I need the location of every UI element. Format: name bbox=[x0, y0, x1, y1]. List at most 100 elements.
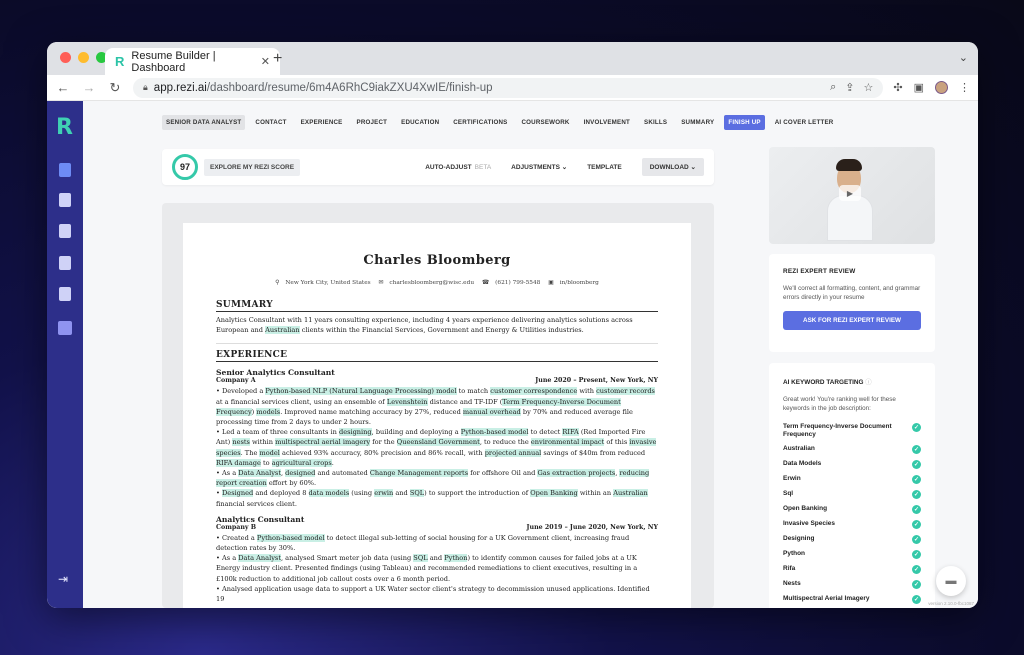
nav-experience[interactable]: EXPERIENCE bbox=[297, 115, 347, 130]
chevron-down-icon: ⌄ bbox=[690, 164, 696, 171]
location-pin-icon: ⚲ bbox=[275, 280, 280, 286]
keyword-label: Australian bbox=[783, 445, 815, 452]
rezi-score-ring[interactable]: 97 bbox=[172, 154, 198, 180]
nav-involvement[interactable]: INVOLVEMENT bbox=[580, 115, 634, 130]
section-nav: SENIOR DATA ANALYST CONTACT EXPERIENCE P… bbox=[162, 115, 837, 130]
check-icon: ✓ bbox=[912, 580, 921, 589]
chat-support-icon[interactable]: ▬ bbox=[936, 566, 966, 596]
check-icon: ✓ bbox=[912, 475, 921, 484]
explore-score-button[interactable]: EXPLORE MY REZI SCORE bbox=[204, 158, 301, 176]
template-button[interactable]: TEMPLATE bbox=[587, 164, 622, 171]
tab-strip: R Resume Builder | Dashboard ✕ + ⌄ bbox=[47, 42, 978, 75]
zoom-icon[interactable]: ⌕ bbox=[830, 81, 836, 94]
play-icon[interactable]: ▶ bbox=[839, 185, 861, 201]
check-icon: ✓ bbox=[912, 595, 921, 604]
main-content: SENIOR DATA ANALYST CONTACT EXPERIENCE P… bbox=[83, 101, 978, 608]
checked-doc-icon[interactable] bbox=[59, 256, 71, 270]
nav-senior-data-analyst[interactable]: SENIOR DATA ANALYST bbox=[162, 115, 246, 130]
reload-icon[interactable]: ↻ bbox=[107, 80, 123, 96]
resume-preview: Charles Bloomberg ⚲ New York City, United… bbox=[162, 203, 714, 608]
browser-tab[interactable]: R Resume Builder | Dashboard ✕ bbox=[105, 48, 280, 75]
expert-review-desc: We'll correct all formatting, content, a… bbox=[783, 285, 921, 301]
rezi-favicon-icon: R bbox=[115, 54, 125, 69]
resume-contact: ⚲ New York City, United States ✉ charlesbl… bbox=[216, 280, 658, 286]
bullet-4: • Designed and deployed 8 data models (u… bbox=[216, 489, 648, 508]
auto-adjust-button[interactable]: AUTO-ADJUST BETA bbox=[425, 164, 491, 171]
keyword-label: Designing bbox=[783, 535, 815, 542]
minimize-window-button[interactable] bbox=[78, 52, 89, 63]
close-tab-icon[interactable]: ✕ bbox=[261, 55, 270, 68]
resume-page: Charles Bloomberg ⚲ New York City, United… bbox=[183, 223, 691, 608]
linkedin-icon: ▣ bbox=[548, 280, 554, 286]
keyword-item: Data Models ✓ bbox=[783, 460, 921, 469]
logout-icon[interactable]: ⇥ bbox=[58, 572, 68, 586]
bullet-6: • As a Data Analyst, analysed Smart mete… bbox=[216, 554, 638, 583]
nav-finish-up[interactable]: FINISH UP bbox=[724, 115, 765, 130]
keyword-label: Nests bbox=[783, 580, 801, 587]
rezi-logo[interactable]: R bbox=[56, 115, 73, 140]
check-icon: ✓ bbox=[912, 520, 921, 529]
nav-coursework[interactable]: COURSEWORK bbox=[518, 115, 574, 130]
resume-doc-icon[interactable] bbox=[59, 193, 71, 207]
share-icon[interactable]: ⇪ bbox=[845, 81, 854, 94]
forward-icon[interactable]: → bbox=[81, 80, 97, 95]
keyword-item: Invasive Species ✓ bbox=[783, 520, 921, 529]
bookmark-star-icon[interactable]: ☆ bbox=[864, 81, 874, 94]
lock-icon: 🔒︎ bbox=[143, 82, 148, 92]
keyword-label: Multispectral Aerial Imagery bbox=[783, 595, 870, 602]
window-controls bbox=[60, 52, 107, 63]
phone-icon: ☎ bbox=[481, 280, 490, 286]
info-icon[interactable]: ⓘ bbox=[865, 379, 871, 386]
side-panel-icon[interactable]: ▣ bbox=[914, 81, 924, 94]
rezi-app: R ⇥ SENIOR DATA ANALYST CONTACT EXPERIEN… bbox=[47, 101, 978, 608]
keyword-label: Erwin bbox=[783, 475, 801, 482]
keyword-targeting-desc: Great work! You're ranking well for thes… bbox=[783, 396, 896, 412]
keyword-targeting-label: AI KEYWORD TARGETING bbox=[783, 379, 864, 386]
browser-menu-icon[interactable]: ⋮ bbox=[959, 81, 970, 94]
keyword-item: Rifa ✓ bbox=[783, 565, 921, 574]
address-bar[interactable]: 🔒︎ app.rezi.ai/dashboard/resume/6m4A6RhC… bbox=[133, 77, 884, 98]
resume-linkedin: in/bloomberg bbox=[559, 280, 599, 286]
nav-skills[interactable]: SKILLS bbox=[640, 115, 671, 130]
cover-letter-icon[interactable] bbox=[59, 224, 71, 238]
close-window-button[interactable] bbox=[60, 52, 71, 63]
keyword-label: Data Models bbox=[783, 460, 822, 467]
keyword-item: Australian ✓ bbox=[783, 445, 921, 454]
nav-education[interactable]: EDUCATION bbox=[397, 115, 443, 130]
keyword-item: Nests ✓ bbox=[783, 580, 921, 589]
check-icon: ✓ bbox=[912, 550, 921, 559]
role-meta: Company B June 2019 – June 2020, New York… bbox=[216, 524, 658, 531]
keyword-item: Python ✓ bbox=[783, 550, 921, 559]
keyword-item: Erwin ✓ bbox=[783, 475, 921, 484]
keyword-label: Python bbox=[783, 550, 806, 557]
back-icon[interactable]: ← bbox=[55, 80, 71, 95]
nav-project[interactable]: PROJECT bbox=[353, 115, 392, 130]
adjustments-dropdown[interactable]: ADJUSTMENTS ⌄ bbox=[511, 163, 567, 171]
profile-doc-icon[interactable] bbox=[59, 287, 71, 301]
profile-avatar[interactable] bbox=[935, 81, 948, 94]
notes-icon[interactable] bbox=[58, 321, 72, 335]
check-icon: ✓ bbox=[912, 490, 921, 499]
resume-name: Charles Bloomberg bbox=[363, 253, 511, 268]
chevron-down-icon: ⌄ bbox=[561, 164, 568, 171]
keyword-label: Open Banking bbox=[783, 505, 828, 512]
nav-ai-cover-letter[interactable]: AI COVER LETTER bbox=[771, 115, 838, 130]
video-card[interactable]: ▶ bbox=[769, 147, 935, 244]
left-sidebar: R ⇥ bbox=[47, 101, 83, 608]
role-meta: Company A June 2020 – Present, New York, … bbox=[216, 377, 658, 384]
nav-contact[interactable]: CONTACT bbox=[251, 115, 290, 130]
keyword-item: Sql ✓ bbox=[783, 490, 921, 499]
check-icon: ✓ bbox=[912, 460, 921, 469]
tab-search-icon[interactable]: ⌄ bbox=[959, 51, 968, 64]
keyword-item: Term Frequency-Inverse Document Frequenc… bbox=[783, 423, 921, 439]
new-tab-button[interactable]: + bbox=[273, 50, 282, 68]
extensions-puzzle-icon[interactable]: ✣ bbox=[893, 81, 902, 94]
new-document-icon[interactable] bbox=[59, 163, 71, 177]
summary-text: Analytics Consultant with 11 years consu… bbox=[216, 315, 658, 345]
nav-summary[interactable]: SUMMARY bbox=[677, 115, 718, 130]
role-dates: June 2020 – Present, New York, NY bbox=[535, 377, 658, 385]
keyword-label: Invasive Species bbox=[783, 520, 836, 527]
ask-expert-review-button[interactable]: ASK FOR REZI EXPERT REVIEW bbox=[783, 311, 921, 330]
nav-certifications[interactable]: CERTIFICATIONS bbox=[449, 115, 511, 130]
download-dropdown[interactable]: DOWNLOAD ⌄ bbox=[641, 158, 704, 176]
